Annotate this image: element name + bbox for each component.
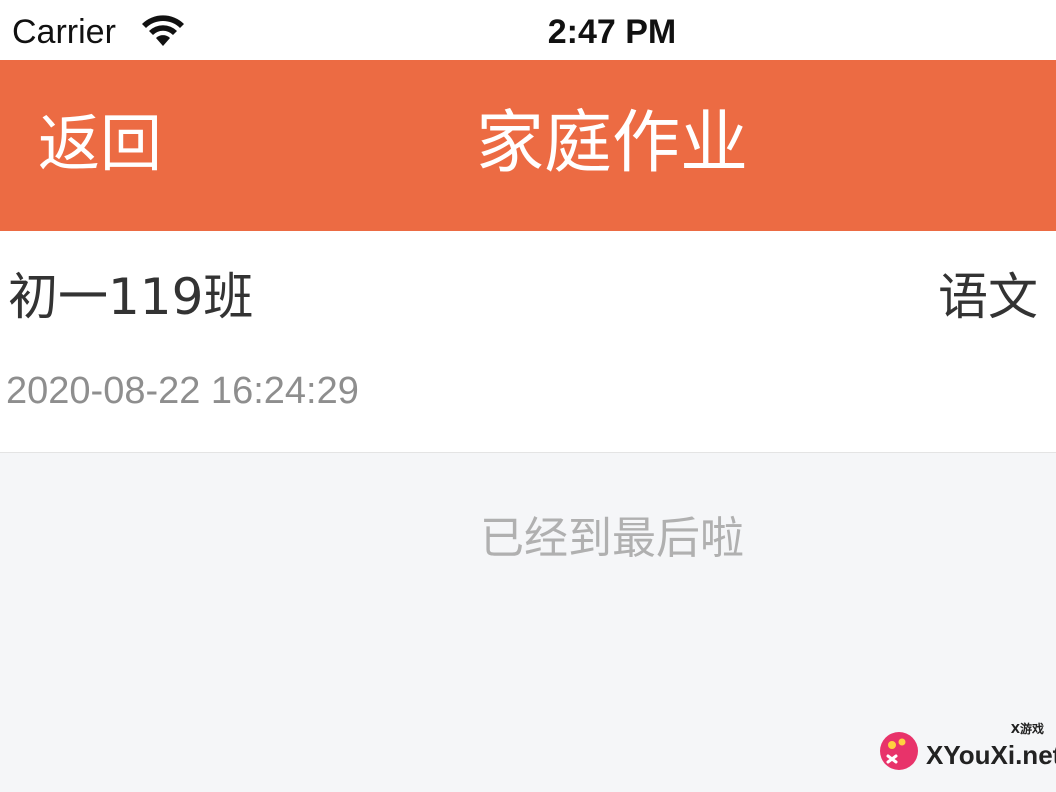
list-end-text: 已经到最后啦 (480, 513, 744, 564)
subject-label: 语文 (938, 268, 1038, 326)
homework-timestamp: 2020-08-22 16:24:29 (6, 370, 359, 412)
status-bar: Carrier 2:47 PM (0, 0, 1056, 60)
watermark-text: XYouXi.net (926, 740, 1056, 770)
navigation-bar: 家庭作业 返回 (0, 60, 1056, 231)
watermark-small-text: X游戏 (1010, 722, 1044, 736)
gamepad-logo-icon (880, 732, 918, 770)
homework-list-item[interactable]: 初一119班 语文 2020-08-22 16:24:29 (0, 231, 1056, 453)
class-name: 初一119班 (8, 268, 254, 326)
status-time: 2:47 PM (547, 13, 677, 51)
clock-wrap: 2:47 PM (0, 0, 1056, 60)
watermark: X游戏 XYouXi.net (878, 722, 1056, 784)
back-button[interactable]: 返回 (38, 108, 162, 180)
